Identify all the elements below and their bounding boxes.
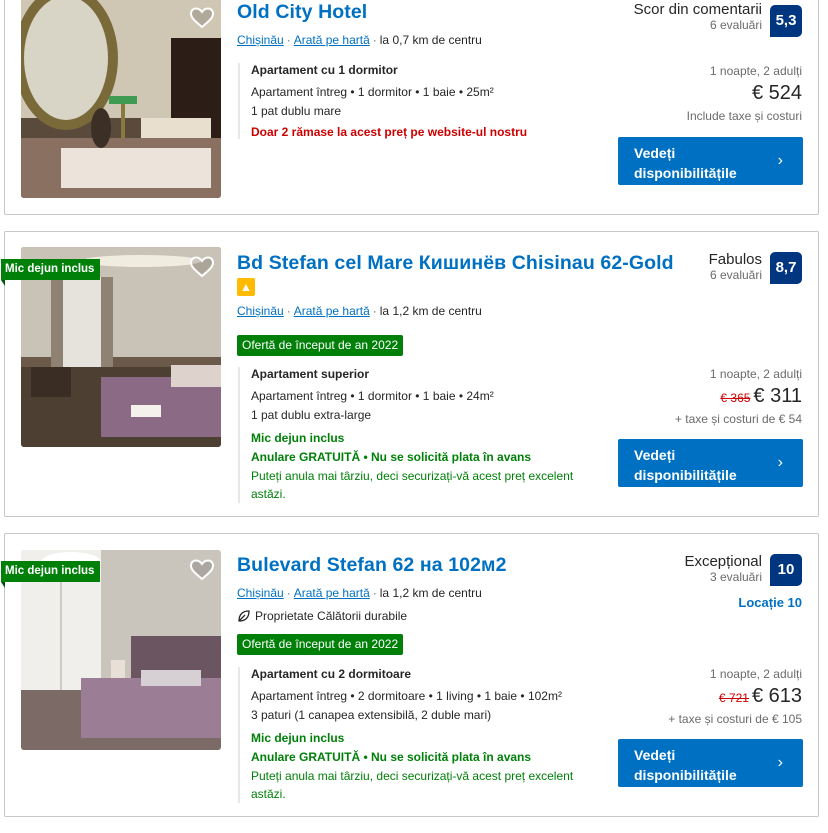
separator: · [286,33,291,47]
room-title: Apartament superior [251,367,370,381]
score-label: Scor din comentarii [633,1,762,18]
price: € 613 [751,685,802,707]
separator: · [372,33,377,47]
price-row: € 365 € 311 [675,385,802,408]
leaf-icon [238,610,250,622]
review-count: 6 evaluări [709,268,762,282]
property-photo[interactable] [21,0,221,198]
deal-badge: Ofertă de început de an 2022 [237,634,404,655]
score-label: Excepțional [684,553,762,570]
heart-icon[interactable] [189,6,215,30]
sustainability-text: Proprietate Călătorii durabile [255,609,408,623]
see-availability-button[interactable]: Vedeți disponibilitățile › [618,137,803,185]
separator: · [372,586,377,600]
breakfast-included: Mic dejun inclus [251,731,345,745]
room-info: Apartament superior Apartament întreg • … [238,367,581,503]
separator: · [286,304,291,318]
score-badge: 10 [770,554,802,586]
chevron-right-icon: › [777,754,783,771]
room-details: Apartament întreg • 1 dormitor • 1 baie … [251,389,494,403]
price-block: 1 noapte, 2 adulți € 721 € 613 + taxe și … [668,667,802,726]
room-info: Apartament cu 2 dormitoare Apartament în… [238,667,581,803]
price: € 311 [753,385,802,407]
taxes-note: + taxe și costuri de € 105 [668,712,802,726]
deal-badge: Ofertă de început de an 2022 [237,335,404,356]
score-label: Fabulos [708,251,762,268]
score-badge: 8,7 [770,252,802,284]
breakfast-included: Mic dejun inclus [251,431,345,445]
review-score[interactable]: Scor din comentarii 6 evaluări 5,3 [602,1,802,41]
cancellation-note: Puteți anula mai târziu, deci securizați… [251,769,574,801]
review-score[interactable]: Fabulos 6 evaluări 8,7 [602,251,802,291]
breakfast-ribbon: Mic dejun inclus [1,561,101,588]
heart-icon[interactable] [189,255,215,279]
nights-guests: 1 noapte, 2 adulți [709,64,802,78]
separator: · [286,586,291,600]
review-score-text: Excepțional 3 evaluări [684,553,762,584]
room-info: Apartament cu 1 dormitor Apartament într… [238,63,581,139]
review-score-text: Scor din comentarii 6 evaluări [634,1,762,32]
cancellation-note: Puteți anula mai târziu, deci securizați… [251,469,574,501]
price-row: € 721 € 613 [668,685,802,708]
distance-text: la 0,7 km de centru [379,33,482,47]
button-label: Vedeți disponibilitățile [634,447,737,483]
original-price: € 365 [720,391,751,405]
see-availability-button[interactable]: Vedeți disponibilitățile › [618,739,803,787]
review-count: 3 evaluări [709,570,762,584]
location-line: Chișinău · Arată pe hartă · la 1,2 km de cen… [237,586,482,600]
bed-info: 3 paturi (1 canapea extensibilă, 2 duble… [251,708,492,722]
nights-guests: 1 noapte, 2 adulți [709,667,802,681]
location-score: Locație 10 [738,595,802,610]
room-title: Apartament cu 1 dormitor [251,63,398,77]
breakfast-ribbon: Mic dejun inclus [1,259,101,286]
free-cancellation: Anulare GRATUITĂ • Nu se solicită plata … [251,450,532,464]
nights-guests: 1 noapte, 2 adulți [709,367,802,381]
city-link[interactable]: Chișinău [237,586,284,600]
room-details: Apartament întreg • 1 dormitor • 1 baie … [251,85,494,99]
chevron-right-icon: › [777,152,783,169]
bed-info: 1 pat dublu mare [251,104,342,118]
show-on-map-link[interactable]: Arată pe hartă [294,586,370,600]
price-block: 1 noapte, 2 adulți € 365 € 311 + taxe și … [675,367,802,426]
property-card: Old City Hotel Chișinău · Arată pe hartă · l… [4,0,819,215]
property-title-link[interactable]: Old City Hotel [237,1,367,24]
price-block: 1 noapte, 2 adulți € 524 Include taxe și… [687,64,802,123]
score-badge: 5,3 [770,5,802,37]
city-link[interactable]: Chișinău [237,304,284,318]
sustainability-line[interactable]: Proprietate Călătorii durabile [237,609,407,623]
review-count: 6 evaluări [709,18,762,32]
property-title-link[interactable]: Bulevard Stefan 62 на 102м2 [237,554,507,577]
location-line: Chișinău · Arată pe hartă · la 0,7 km de cen… [237,33,482,47]
distance-text: la 1,2 km de centru [379,304,482,318]
original-price: € 721 [718,691,749,705]
city-link[interactable]: Chișinău [237,33,284,47]
property-card: Mic dejun inclus Bd Stefan cel Mare Киши… [1,231,819,517]
location-line: Chișinău · Arată pe hartă · la 1,2 km de cen… [237,304,482,318]
bed-info: 1 pat dublu extra-large [251,408,372,422]
chevron-right-icon: › [777,454,783,471]
room-title: Apartament cu 2 dormitoare [251,667,412,681]
button-label: Vedeți disponibilitățile [634,145,737,181]
free-cancellation: Anulare GRATUITĂ • Nu se solicită plata … [251,750,532,764]
see-availability-button[interactable]: Vedeți disponibilitățile › [618,439,803,487]
property-card: Mic dejun inclus Bulevard Stefan 62 на 1… [1,533,819,817]
separator: · [372,304,377,318]
review-score[interactable]: Excepțional 3 evaluări 10 [602,553,802,593]
thumbs-up-icon[interactable]: ▲ [237,278,255,296]
button-label: Vedeți disponibilitățile [634,747,737,783]
scarcity-message: Doar 2 rămase la acest preț pe website-u… [251,125,528,139]
show-on-map-link[interactable]: Arată pe hartă [294,304,370,318]
room-details: Apartament întreg • 2 dormitoare • 1 liv… [251,689,562,703]
heart-icon[interactable] [189,558,215,582]
taxes-note: Include taxe și costuri [686,109,802,123]
review-score-text: Fabulos 6 evaluări [709,251,762,282]
price: € 524 [751,82,802,104]
taxes-note: + taxe și costuri de € 54 [674,412,802,426]
distance-text: la 1,2 km de centru [379,586,482,600]
show-on-map-link[interactable]: Arată pe hartă [294,33,370,47]
